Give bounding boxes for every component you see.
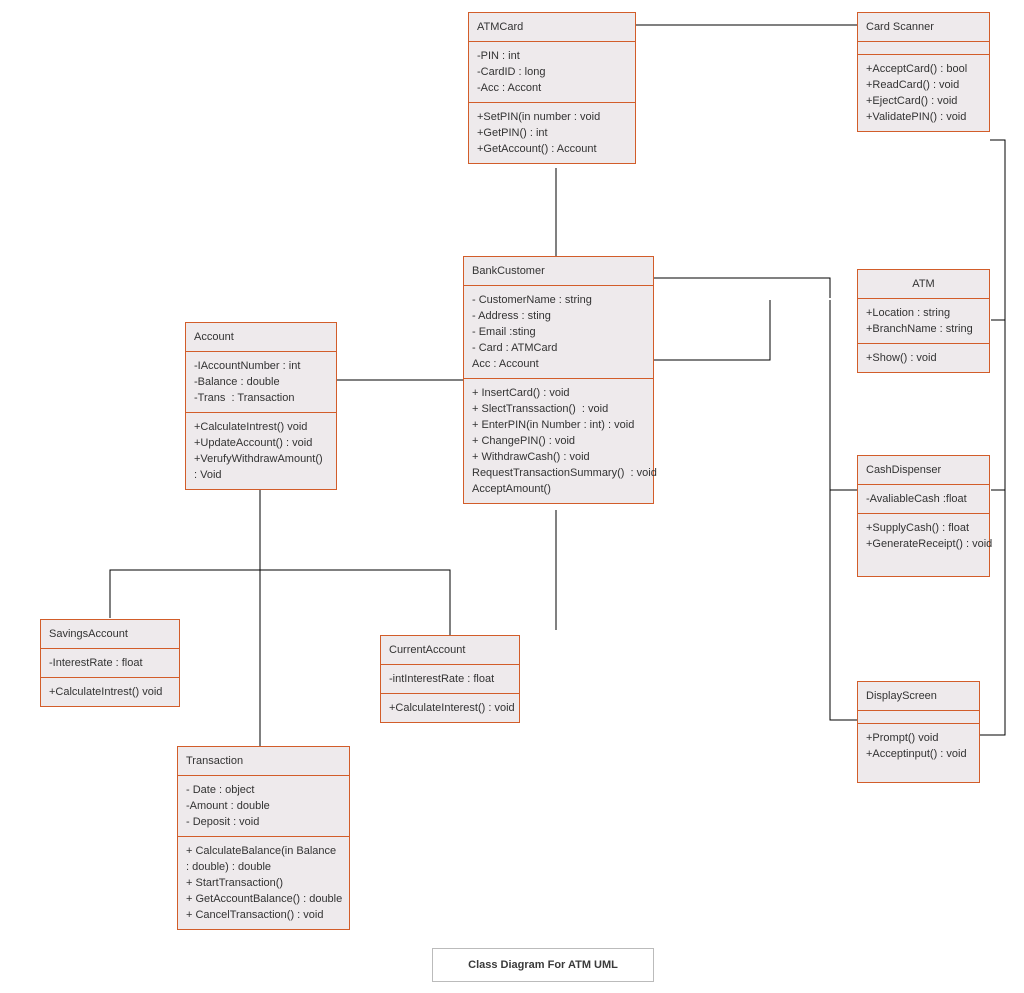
caption-text: Class Diagram For ATM UML xyxy=(468,959,618,971)
class-title: Transaction xyxy=(178,747,349,775)
class-ops: +SupplyCash() : float +GenerateReceipt()… xyxy=(858,513,989,576)
class-transaction[interactable]: Transaction - Date : object -Amount : do… xyxy=(177,746,350,930)
diagram-caption: Class Diagram For ATM UML xyxy=(432,948,654,982)
class-title: DisplayScreen xyxy=(858,682,979,710)
class-title: SavingsAccount xyxy=(41,620,179,648)
class-savingsaccount[interactable]: SavingsAccount -InterestRate : float +Ca… xyxy=(40,619,180,707)
class-ops: +CalculateIntrest() void xyxy=(41,677,179,706)
class-attrs: -InterestRate : float xyxy=(41,648,179,677)
class-ops: +Show() : void xyxy=(858,343,989,372)
class-ops: + CalculateBalance(in Balance : double) … xyxy=(178,836,349,929)
class-attrs xyxy=(858,41,989,54)
class-currentaccount[interactable]: CurrentAccount -intInterestRate : float … xyxy=(380,635,520,723)
class-title: Account xyxy=(186,323,336,351)
class-attrs: +Location : string +BranchName : string xyxy=(858,298,989,343)
class-title: ATM xyxy=(858,270,989,298)
class-displayscreen[interactable]: DisplayScreen +Prompt() void +Acceptinpu… xyxy=(857,681,980,783)
class-account[interactable]: Account -IAccountNumber : int -Balance :… xyxy=(185,322,337,490)
class-title: Card Scanner xyxy=(858,13,989,41)
class-ops: +AcceptCard() : bool +ReadCard() : void … xyxy=(858,54,989,131)
class-attrs: -IAccountNumber : int -Balance : double … xyxy=(186,351,336,412)
class-title: CurrentAccount xyxy=(381,636,519,664)
class-ops: +CalculateInterest() : void xyxy=(381,693,519,722)
class-ops: +SetPIN(in number : void +GetPIN() : int… xyxy=(469,102,635,163)
class-cardscanner[interactable]: Card Scanner +AcceptCard() : bool +ReadC… xyxy=(857,12,990,132)
class-ops: + InsertCard() : void + SlectTranssactio… xyxy=(464,378,653,503)
class-title: ATMCard xyxy=(469,13,635,41)
class-atm[interactable]: ATM +Location : string +BranchName : str… xyxy=(857,269,990,373)
diagram-canvas: ATMCard -PIN : int -CardID : long -Acc :… xyxy=(0,0,1024,993)
class-attrs: - CustomerName : string - Address : stin… xyxy=(464,285,653,378)
class-ops: +CalculateIntrest() void +UpdateAccount(… xyxy=(186,412,336,489)
class-attrs xyxy=(858,710,979,723)
class-atmcard[interactable]: ATMCard -PIN : int -CardID : long -Acc :… xyxy=(468,12,636,164)
class-attrs: -AvaliableCash :float xyxy=(858,484,989,513)
class-attrs: -PIN : int -CardID : long -Acc : Accont xyxy=(469,41,635,102)
class-ops: +Prompt() void +Acceptinput() : void xyxy=(858,723,979,782)
class-attrs: -intInterestRate : float xyxy=(381,664,519,693)
class-title: BankCustomer xyxy=(464,257,653,285)
class-bankcustomer[interactable]: BankCustomer - CustomerName : string - A… xyxy=(463,256,654,504)
class-attrs: - Date : object -Amount : double - Depos… xyxy=(178,775,349,836)
class-title: CashDispenser xyxy=(858,456,989,484)
class-cashdispenser[interactable]: CashDispenser -AvaliableCash :float +Sup… xyxy=(857,455,990,577)
